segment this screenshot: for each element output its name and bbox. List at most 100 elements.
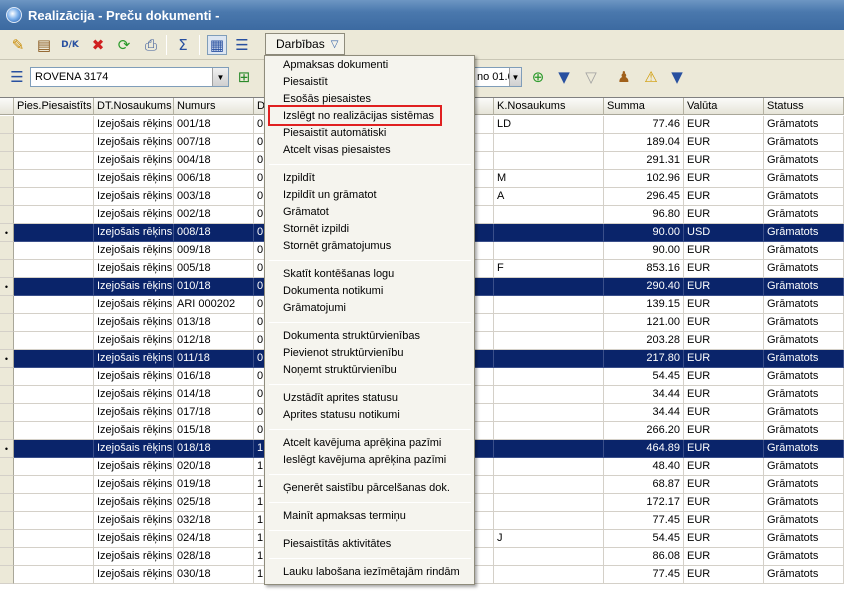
menu-item[interactable]: Ģenerēt saistību pārcelšanas dok. — [283, 482, 450, 494]
menu-item[interactable]: Aprites statusu notikumi — [283, 409, 400, 421]
row-indicator[interactable] — [0, 548, 14, 566]
table-cell — [494, 494, 604, 512]
row-indicator[interactable] — [0, 404, 14, 422]
row-indicator[interactable] — [0, 476, 14, 494]
tree-icon[interactable]: ☰ — [232, 35, 252, 55]
menu-item[interactable]: Uzstādīt aprites statusu — [283, 392, 398, 404]
menu-item[interactable]: Esošās piesaistes — [283, 93, 371, 105]
delete-icon[interactable]: ✖ — [88, 35, 108, 55]
column-header[interactable]: DT.Nosaukums — [94, 98, 174, 115]
row-indicator[interactable] — [0, 242, 14, 260]
column-header[interactable]: Valūta — [684, 98, 764, 115]
sum-icon[interactable]: Σ — [173, 35, 193, 55]
user-filter-icon[interactable]: ♟ — [614, 67, 634, 87]
column-header[interactable]: Pies.Piesaistīts — [14, 98, 94, 115]
row-indicator[interactable] — [0, 368, 14, 386]
row-indicator[interactable] — [0, 116, 14, 134]
menu-item[interactable]: Atcelt visas piesaistes — [283, 144, 391, 156]
table-cell: 032/18 — [174, 512, 254, 530]
table-cell: Izejošais rēķins — [94, 260, 174, 278]
menu-item[interactable]: Stornēt grāmatojumus — [283, 240, 391, 252]
funnel-clear-icon[interactable]: ▽ — [581, 67, 601, 87]
table-cell: EUR — [684, 296, 764, 314]
funnel-add-icon[interactable]: ⊕ — [528, 67, 548, 87]
row-indicator[interactable] — [0, 422, 14, 440]
menu-item[interactable]: Pievienot struktūrvienību — [283, 347, 403, 359]
row-indicator[interactable]: • — [0, 440, 14, 458]
chevron-down-icon[interactable]: ▼ — [212, 68, 228, 86]
row-indicator[interactable] — [0, 206, 14, 224]
menu-item[interactable]: Atcelt kavējuma aprēķina pazīmi — [283, 437, 441, 449]
table-cell: EUR — [684, 458, 764, 476]
menu-item[interactable]: Piesaistīt automātiski — [283, 127, 386, 139]
client-select[interactable]: ROVENA 3174 ▼ — [30, 67, 229, 87]
menu-item[interactable]: Mainīt apmaksas termiņu — [283, 510, 406, 522]
menu-item[interactable]: Izpildīt — [283, 172, 315, 184]
period-select[interactable]: no 01.0 ▼ — [474, 67, 522, 87]
grid-view-icon[interactable]: ▦ — [207, 35, 227, 55]
menu-item[interactable]: Noņemt struktūrvienību — [283, 364, 397, 376]
chevron-down-icon[interactable]: ▼ — [509, 68, 521, 86]
table-cell — [494, 224, 604, 242]
toolbar-separator — [199, 35, 200, 55]
row-indicator[interactable] — [0, 260, 14, 278]
warning-filter-icon[interactable]: ⚠ — [641, 67, 661, 87]
edit-icon[interactable]: ✎ — [8, 35, 28, 55]
dk-icon[interactable]: D/K — [60, 35, 80, 55]
row-indicator[interactable] — [0, 512, 14, 530]
menu-item[interactable]: Apmaksas dokumenti — [283, 59, 388, 71]
filter-list-icon[interactable]: ☰ — [7, 67, 27, 87]
funnel-icon[interactable]: ▼ — [554, 67, 574, 87]
table-cell: 189.04 — [604, 134, 684, 152]
column-header[interactable]: Summa — [604, 98, 684, 115]
table-cell: 217.80 — [604, 350, 684, 368]
row-indicator[interactable] — [0, 152, 14, 170]
actions-button[interactable]: Darbības ▽ — [265, 33, 345, 55]
row-indicator[interactable] — [0, 134, 14, 152]
refresh-icon[interactable]: ⟳ — [114, 35, 134, 55]
row-indicator[interactable] — [0, 386, 14, 404]
menu-item[interactable]: Stornēt izpildi — [283, 223, 349, 235]
menu-item[interactable]: Lauku labošana iezīmētajām rindām — [283, 566, 460, 578]
menu-item[interactable]: Ieslēgt kavējuma aprēķina pazīmi — [283, 454, 446, 466]
menu-item[interactable]: Izpildīt un grāmatot — [283, 189, 377, 201]
row-indicator[interactable]: • — [0, 350, 14, 368]
row-indicator[interactable] — [0, 296, 14, 314]
column-header[interactable]: Statuss — [764, 98, 844, 115]
row-indicator[interactable] — [0, 458, 14, 476]
table-cell — [494, 368, 604, 386]
row-indicator[interactable] — [0, 188, 14, 206]
row-indicator[interactable] — [0, 332, 14, 350]
print-icon[interactable]: ⎙ — [141, 35, 161, 55]
table-cell: EUR — [684, 170, 764, 188]
print-preview-icon[interactable]: ▤ — [34, 35, 54, 55]
table-cell — [494, 566, 604, 584]
menu-item[interactable]: Dokumenta notikumi — [283, 285, 383, 297]
table-cell: 296.45 — [604, 188, 684, 206]
actions-menu: Apmaksas dokumenti Piesaistīt Esošās piesa… — [264, 55, 475, 585]
window-title: Realizācija - Preču dokumenti - — [28, 8, 220, 23]
menu-item[interactable]: Dokumenta struktūrvienības — [283, 330, 420, 342]
menu-item[interactable]: Grāmatot — [283, 206, 329, 218]
table-cell: EUR — [684, 260, 764, 278]
row-indicator[interactable] — [0, 530, 14, 548]
row-indicator[interactable] — [0, 566, 14, 584]
add-filter-icon[interactable]: ⊞ — [234, 67, 254, 87]
row-indicator[interactable]: • — [0, 278, 14, 296]
table-cell: Izejošais rēķins — [94, 566, 174, 584]
menu-item[interactable]: Piesaistītās aktivitātes — [283, 538, 391, 550]
row-indicator[interactable] — [0, 314, 14, 332]
funnel-alt-icon[interactable]: ▼ — [667, 67, 687, 87]
menu-item[interactable]: Grāmatojumi — [283, 302, 346, 314]
row-indicator[interactable] — [0, 170, 14, 188]
menu-item[interactable]: Skatīt kontēšanas logu — [283, 268, 394, 280]
row-indicator[interactable] — [0, 494, 14, 512]
column-header[interactable]: K.Nosaukums — [494, 98, 604, 115]
row-indicator[interactable]: • — [0, 224, 14, 242]
column-header[interactable]: Numurs — [174, 98, 254, 115]
menu-item[interactable]: Piesaistīt — [283, 76, 328, 88]
table-cell: EUR — [684, 494, 764, 512]
table-cell: EUR — [684, 332, 764, 350]
table-cell — [14, 350, 94, 368]
table-cell: Grāmatots — [764, 332, 844, 350]
